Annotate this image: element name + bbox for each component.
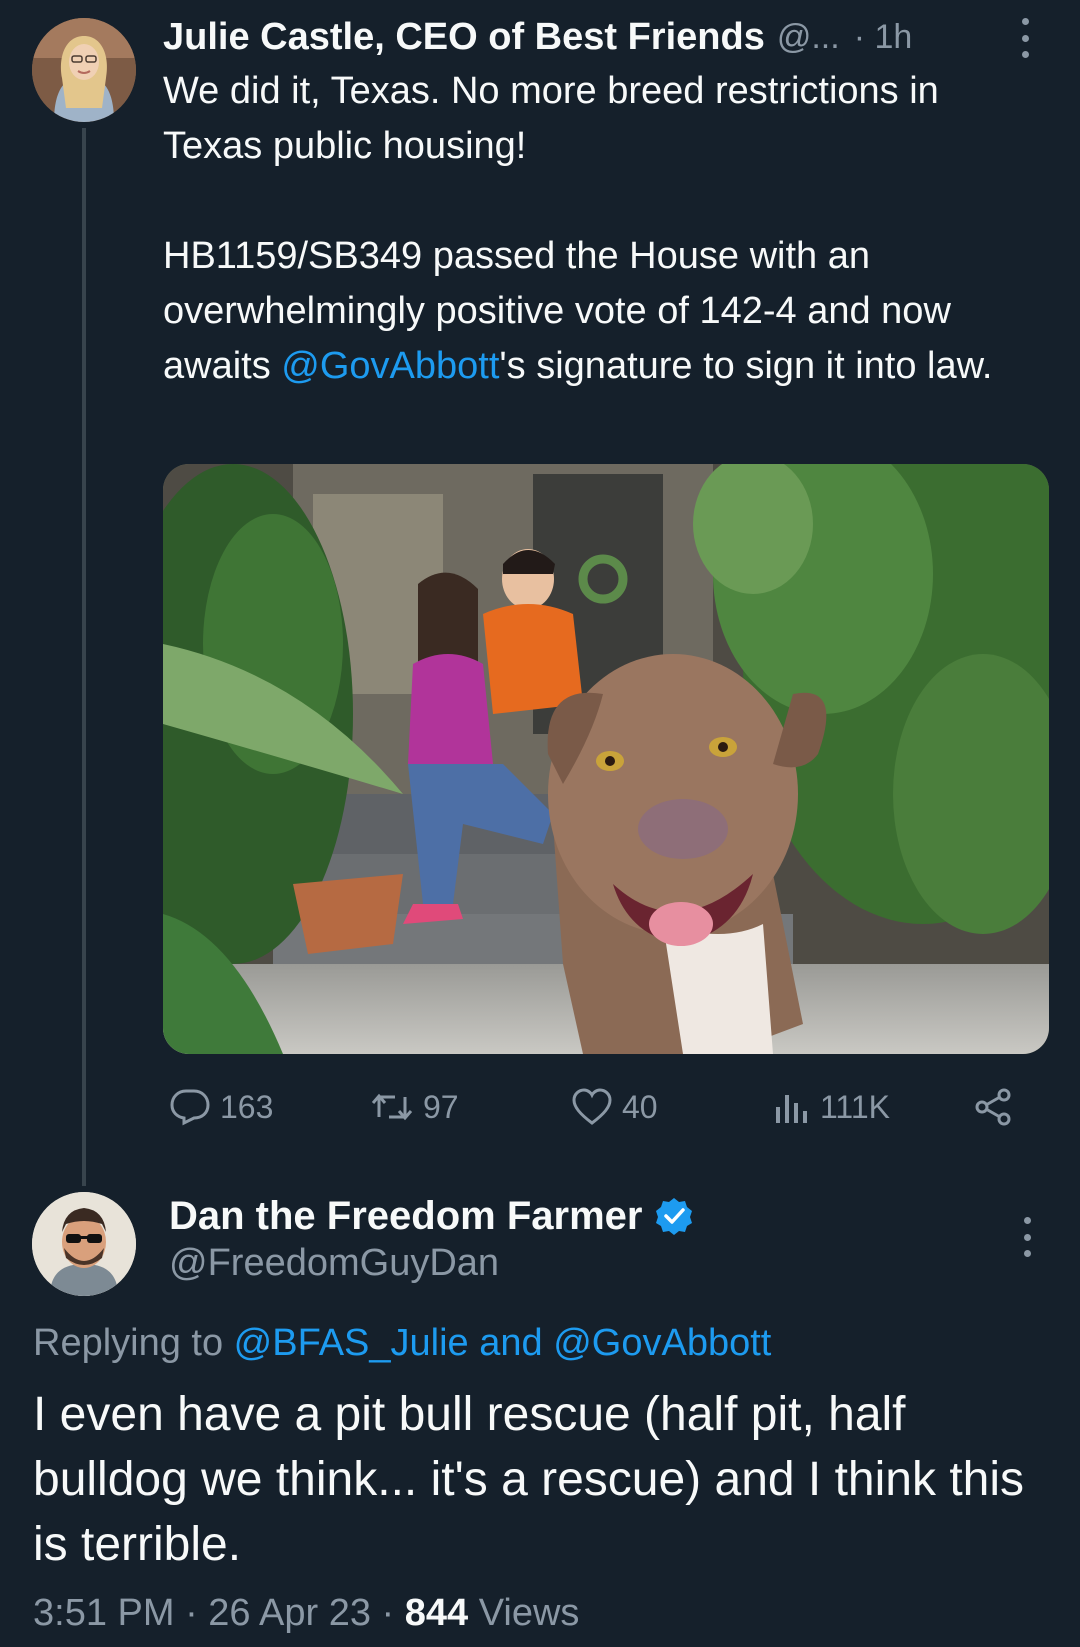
reply-author-name-row: Dan the Freedom Farmer bbox=[169, 1190, 694, 1242]
retweet-count: 97 bbox=[423, 1088, 459, 1125]
replying-targets[interactable]: @BFAS_Julie and @GovAbbott bbox=[234, 1322, 772, 1364]
replying-prefix: Replying to bbox=[33, 1322, 234, 1364]
reply-button[interactable]: 163 bbox=[168, 1085, 273, 1129]
views-bar-chart-icon bbox=[776, 1095, 807, 1123]
author-handle[interactable]: @... bbox=[777, 18, 840, 57]
share-icon bbox=[975, 1088, 1011, 1126]
heart-icon bbox=[572, 1088, 612, 1125]
reply-author-avatar[interactable] bbox=[32, 1192, 136, 1296]
reply-views-count: 844 bbox=[404, 1592, 469, 1634]
reply-body: I even have a pit bull rescue (half pit,… bbox=[33, 1388, 1025, 1571]
views-button[interactable]: 111K bbox=[772, 1085, 890, 1129]
thread-connector-line bbox=[82, 128, 86, 1186]
like-button[interactable]: 40 bbox=[570, 1085, 658, 1129]
tweet-body: We did it, Texas. No more breed restrict… bbox=[163, 64, 1043, 394]
avatar-photo bbox=[32, 18, 136, 122]
dog-photo-illustration bbox=[163, 464, 1049, 1054]
reply-bubble-icon bbox=[170, 1089, 210, 1126]
tweet-paragraph-1: We did it, Texas. No more breed restrict… bbox=[163, 70, 939, 167]
author-name[interactable]: Julie Castle, CEO of Best Friends bbox=[163, 16, 765, 59]
reply-count: 163 bbox=[220, 1088, 274, 1125]
reply-author-handle[interactable]: @FreedomGuyDan bbox=[169, 1242, 499, 1285]
reply-meta: 3:51 PM · 26 Apr 23 · 844 Views bbox=[33, 1592, 579, 1635]
reply-timestamp[interactable]: 3:51 PM · 26 Apr 23 · bbox=[33, 1592, 405, 1634]
tweet-paragraph-2-end: 's signature to sign it into law. bbox=[499, 345, 993, 387]
tweet-time[interactable]: · 1h bbox=[854, 18, 913, 57]
reply-author-name[interactable]: Dan the Freedom Farmer bbox=[169, 1194, 642, 1239]
tweet-photo[interactable] bbox=[163, 464, 1049, 1054]
mention-link[interactable]: @GovAbbott bbox=[281, 345, 499, 387]
tweet-header: Julie Castle, CEO of Best Friends @... ·… bbox=[163, 12, 1043, 62]
reply-views-label: Views bbox=[468, 1592, 580, 1634]
views-count: 111K bbox=[820, 1088, 890, 1125]
retweet-icon bbox=[371, 1093, 413, 1121]
like-count: 40 bbox=[622, 1088, 658, 1125]
reply-more-options-icon[interactable] bbox=[1021, 1217, 1033, 1257]
share-button[interactable] bbox=[972, 1085, 1022, 1129]
memoji-avatar bbox=[32, 1192, 136, 1296]
retweet-button[interactable]: 97 bbox=[369, 1085, 459, 1129]
replying-to-line: Replying to @BFAS_Julie and @GovAbbott bbox=[33, 1322, 771, 1365]
verified-badge-icon[interactable] bbox=[654, 1196, 694, 1236]
tweet-paragraph-2: HB1159/SB349 passed the House with an ov… bbox=[163, 229, 1043, 394]
author-avatar[interactable] bbox=[32, 18, 136, 122]
more-options-icon[interactable] bbox=[1019, 18, 1031, 58]
